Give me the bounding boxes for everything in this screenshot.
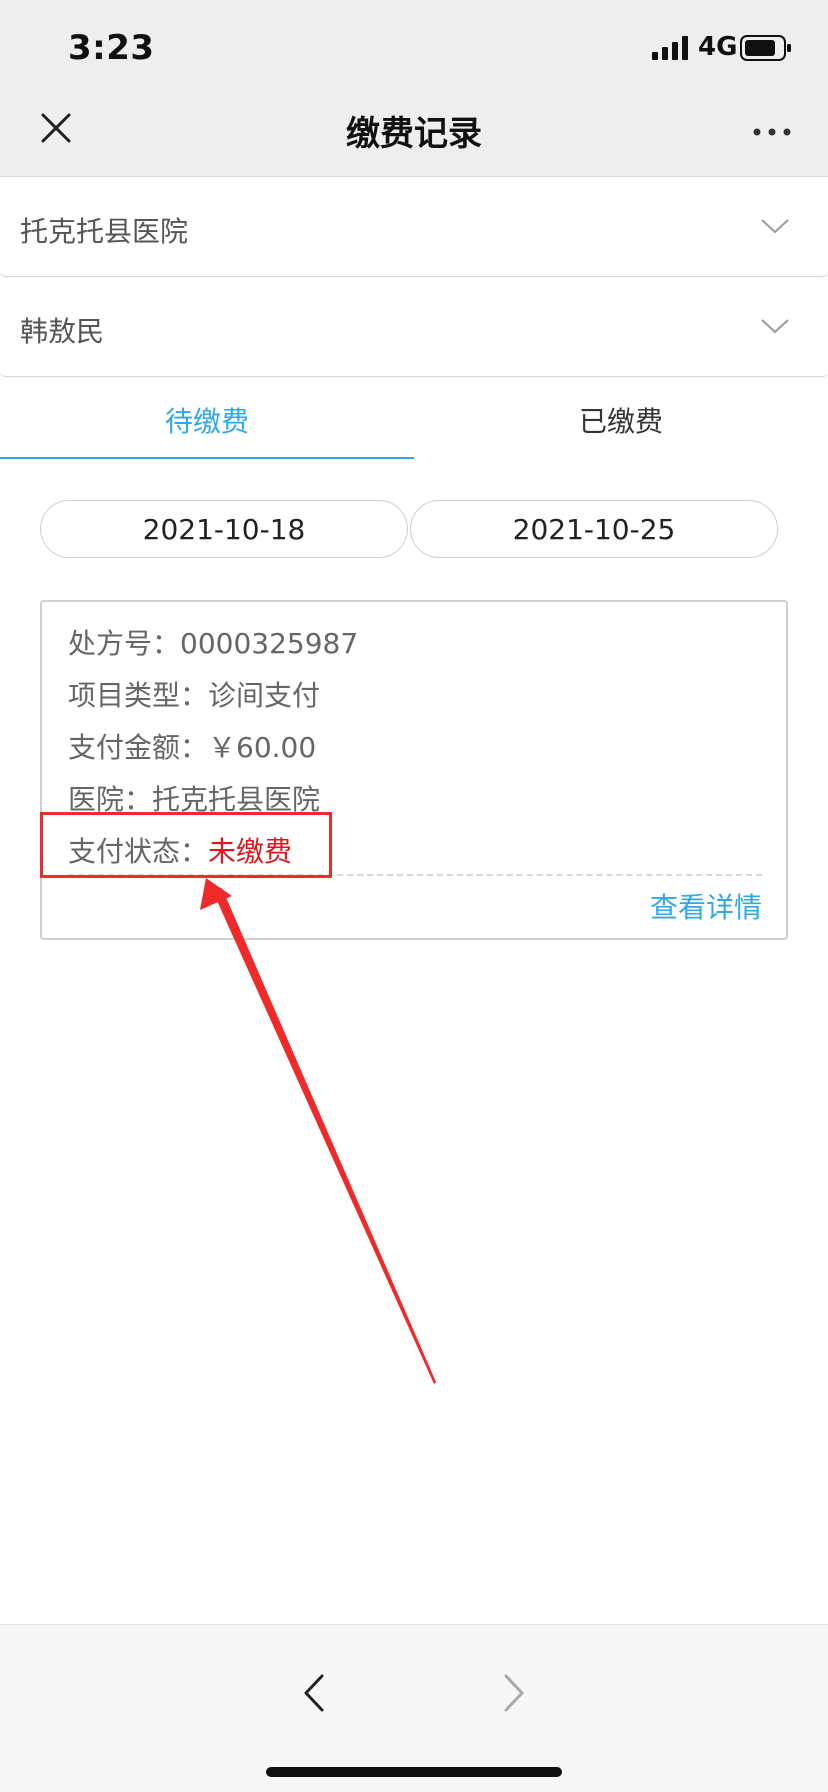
cellular-signal-icon — [652, 36, 688, 60]
network-type: 4G — [698, 32, 738, 62]
chevron-left-icon — [304, 1674, 324, 1712]
payment-record-card: 处方号：0000325987 项目类型：诊间支付 支付金额：￥60.00 医院：… — [40, 600, 788, 940]
header: 3:23 4G 缴费记录 — [0, 0, 828, 177]
chevron-right-icon — [504, 1674, 524, 1712]
more-icon — [753, 128, 791, 136]
battery-icon — [740, 35, 791, 61]
patient-select-value: 韩敖民 — [20, 315, 105, 348]
back-button[interactable] — [296, 1671, 332, 1715]
payment-amount: 支付金额：￥60.00 — [68, 726, 316, 766]
tab-unpaid[interactable]: 待缴费 — [0, 380, 414, 460]
tab-paid[interactable]: 已缴费 — [414, 380, 828, 460]
browser-toolbar — [0, 1624, 828, 1792]
page-title: 缴费记录 — [346, 114, 482, 154]
active-tab-indicator — [0, 457, 414, 459]
chevron-down-icon — [761, 319, 789, 334]
start-date-picker[interactable]: 2021-10-18 — [40, 500, 408, 558]
home-indicator — [266, 1767, 562, 1777]
more-button[interactable] — [748, 112, 796, 152]
prescription-number-value: 0000325987 — [180, 627, 359, 660]
hospital-select[interactable]: 托克托县医院 — [0, 178, 828, 277]
status-time: 3:23 — [68, 28, 155, 68]
item-type: 项目类型：诊间支付 — [68, 674, 320, 714]
screen: 3:23 4G 缴费记录 托克托县医院 韩敖民 待缴费 已缴费 2021-10-… — [0, 0, 828, 1792]
prescription-number: 处方号：0000325987 — [68, 622, 358, 662]
prescription-number-label: 处方号： — [68, 627, 181, 660]
item-type-value: 诊间支付 — [208, 679, 321, 712]
chevron-down-icon — [761, 219, 789, 234]
item-type-label: 项目类型： — [68, 679, 209, 712]
payment-amount-label: 支付金额： — [68, 731, 209, 764]
view-details-link[interactable]: 查看详情 — [650, 886, 762, 926]
annotation-highlight-box — [40, 812, 332, 878]
patient-select[interactable]: 韩敖民 — [0, 278, 828, 377]
end-date-picker[interactable]: 2021-10-25 — [410, 500, 778, 558]
forward-button[interactable] — [496, 1671, 532, 1715]
payment-amount-value: ￥60.00 — [208, 731, 317, 764]
hospital-select-value: 托克托县医院 — [20, 215, 189, 248]
